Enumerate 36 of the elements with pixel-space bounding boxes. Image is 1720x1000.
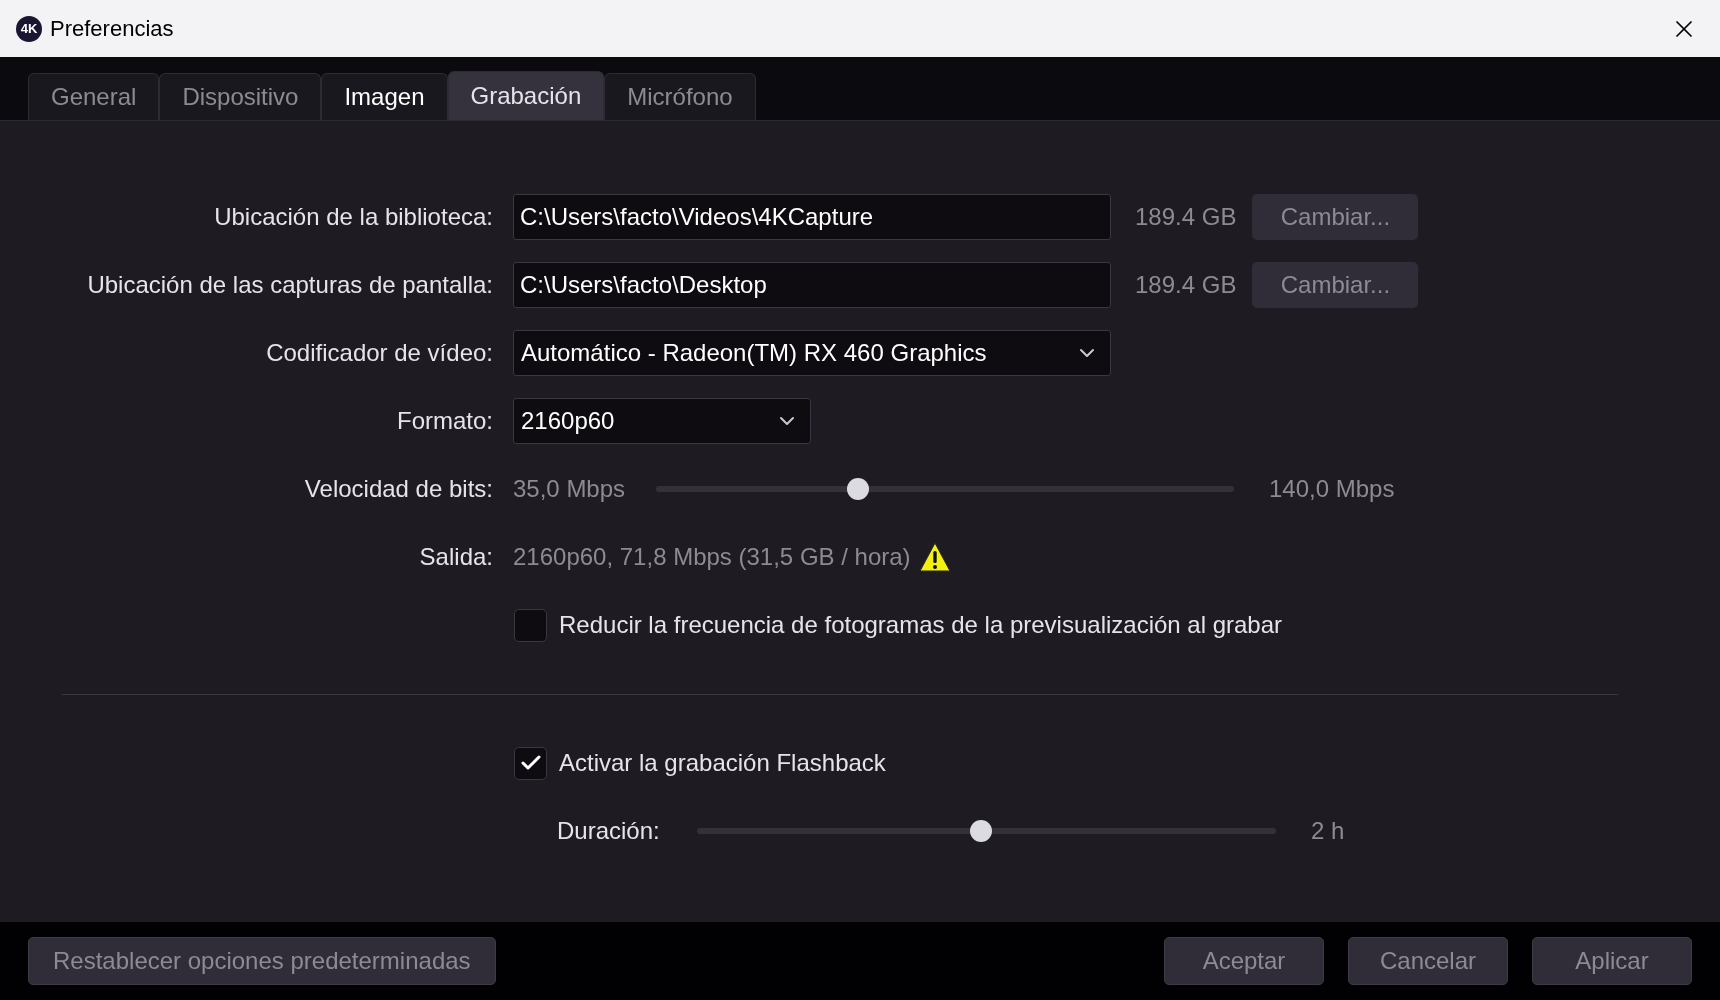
field-label: Salida: bbox=[419, 543, 493, 570]
change-button[interactable]: Cambiar... bbox=[1252, 194, 1419, 240]
path-field[interactable]: C:\Users\facto\Videos\4KCapture bbox=[513, 194, 1111, 240]
tab[interactable]: Micrófono bbox=[604, 73, 756, 120]
change-button[interactable]: Cambiar... bbox=[1252, 262, 1419, 308]
max-value-text: 140,0 Mbps bbox=[1269, 474, 1395, 504]
checkbox[interactable] bbox=[514, 746, 547, 780]
min-value-text: 35,0 Mbps bbox=[513, 474, 627, 504]
field-label: Duración: bbox=[557, 816, 661, 846]
tab[interactable]: Imagen bbox=[321, 73, 448, 120]
dropdown[interactable]: 2160p60 bbox=[513, 398, 811, 444]
reset-defaults-button[interactable]: Restablecer opciones predeterminadas bbox=[28, 937, 496, 985]
tab[interactable]: Grabación bbox=[447, 71, 605, 120]
field-label: Ubicación de la biblioteca: bbox=[214, 203, 493, 230]
slider-thumb[interactable] bbox=[969, 820, 992, 842]
duration-value-text: 2 h bbox=[1311, 816, 1345, 846]
field-label: Ubicación de las capturas de pantalla: bbox=[87, 271, 493, 298]
tab[interactable]: Dispositivo bbox=[159, 73, 322, 120]
dialog-button[interactable]: Aceptar bbox=[1164, 937, 1324, 985]
checkbox-label: Reducir la frecuencia de fotogramas de la previsualización al grabar bbox=[559, 610, 1283, 640]
output-summary-text: 2160p60, 71,8 Mbps (31,5 GB / hora) bbox=[513, 542, 911, 572]
checkbox[interactable] bbox=[514, 608, 547, 642]
dialog-button[interactable]: Cancelar bbox=[1348, 937, 1508, 985]
field-label: Velocidad de bits: bbox=[304, 475, 493, 502]
app-logo: 4K bbox=[16, 15, 42, 42]
free-space-text: 189.4 GB bbox=[1135, 270, 1237, 300]
window-title: Preferencias bbox=[50, 15, 174, 43]
dropdown[interactable]: Automático - Radeon(TM) RX 460 Graphics bbox=[513, 330, 1111, 376]
free-space-text: 189.4 GB bbox=[1135, 202, 1237, 232]
slider-thumb[interactable] bbox=[847, 478, 870, 500]
checkbox-label: Activar la grabación Flashback bbox=[559, 748, 886, 778]
field-label: Formato: bbox=[396, 407, 493, 434]
path-field[interactable]: C:\Users\facto\Desktop bbox=[513, 262, 1111, 308]
tab[interactable]: General bbox=[28, 73, 160, 120]
field-label: Codificador de vídeo: bbox=[266, 339, 493, 366]
dialog-button[interactable]: Aplicar bbox=[1532, 937, 1692, 985]
